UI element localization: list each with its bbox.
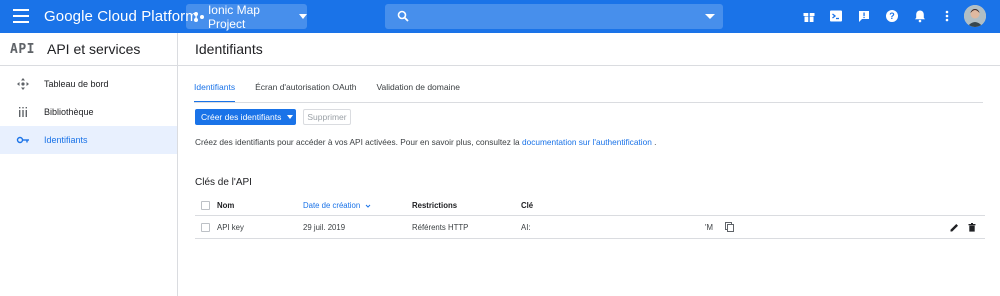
create-credentials-button[interactable]: Créer des identifiants	[195, 109, 296, 125]
sidebar-item-credentials[interactable]: Identifiants	[0, 126, 177, 154]
row-key-start: AI:	[521, 222, 531, 232]
description-text: Créez des identifiants pour accéder à vo…	[195, 137, 656, 147]
tab-oauth-consent[interactable]: Écran d'autorisation OAuth	[255, 82, 356, 102]
copy-icon	[725, 222, 734, 232]
select-all-checkbox-cell	[201, 196, 210, 215]
sidebar-title: API et services	[46, 41, 141, 57]
row-key-end: 'M	[705, 222, 713, 232]
api-logo: API	[10, 41, 35, 57]
sidebar-item-label: Identifiants	[44, 135, 88, 145]
avatar[interactable]	[964, 5, 986, 27]
auth-docs-link[interactable]: documentation sur l'authentification	[522, 137, 652, 147]
header-restrictions[interactable]: Restrictions	[412, 196, 457, 215]
page-header: Identifiants	[178, 33, 1000, 66]
sidebar-item-library[interactable]: Bibliothèque	[0, 98, 177, 126]
svg-text:?: ?	[889, 11, 895, 21]
more-vert-icon[interactable]	[940, 9, 954, 23]
feedback-icon[interactable]	[857, 9, 871, 23]
project-icon	[194, 11, 204, 22]
delete-key-button[interactable]	[968, 216, 976, 238]
project-selector[interactable]: Ionic Map Project	[186, 2, 307, 31]
row-restrictions: Référents HTTP	[412, 222, 469, 232]
search-bar[interactable]	[385, 4, 723, 29]
chevron-down-icon	[287, 115, 294, 119]
sort-arrow-down-icon	[365, 204, 371, 208]
table-row: API key 29 juil. 2019 Référents HTTP AI:…	[195, 216, 985, 239]
sidebar-item-label: Tableau de bord	[44, 79, 109, 89]
sidebar-item-dashboard[interactable]: Tableau de bord	[0, 70, 177, 98]
header-name[interactable]: Nom	[217, 196, 234, 215]
key-icon	[16, 136, 29, 144]
tab-credentials[interactable]: Identifiants	[194, 82, 236, 103]
sidebar-header: API API et services	[0, 33, 177, 66]
chevron-down-icon	[299, 14, 307, 19]
header-date-label: Date de création	[303, 201, 361, 210]
sidebar-item-label: Bibliothèque	[44, 107, 94, 117]
api-keys-table: Nom Date de création Restrictions Clé AP…	[195, 196, 985, 239]
description-end: .	[654, 137, 657, 147]
delete-button[interactable]: Supprimer	[303, 109, 351, 125]
row-date: 29 juil. 2019	[303, 222, 346, 232]
main-content: Identifiants Identifiants Écran d'autori…	[178, 33, 1000, 296]
row-checkbox[interactable]	[201, 222, 210, 232]
page-title: Identifiants	[195, 41, 263, 57]
gift-icon[interactable]	[802, 9, 816, 23]
description-body: Créez des identifiants pour accéder à vo…	[195, 137, 520, 147]
project-name: Ionic Map Project	[207, 2, 260, 31]
top-bar: Google Cloud Platform Ionic Map Project …	[0, 0, 1000, 33]
tab-bar: Identifiants Écran d'autorisation OAuth …	[194, 82, 480, 103]
menu-icon[interactable]	[13, 9, 29, 23]
header-date[interactable]: Date de création	[303, 196, 371, 215]
copy-key-button[interactable]	[725, 216, 734, 238]
brand-title[interactable]: Google Cloud Platform	[44, 8, 198, 25]
table-header: Nom Date de création Restrictions Clé	[195, 196, 985, 216]
tab-divider	[194, 102, 983, 103]
header-key[interactable]: Clé	[521, 196, 533, 215]
search-dropdown-icon[interactable]	[705, 14, 715, 19]
row-name[interactable]: API key	[217, 216, 244, 238]
sidebar: API API et services Tableau de bord Bibl…	[0, 33, 178, 296]
select-all-checkbox[interactable]	[201, 201, 210, 210]
row-checkbox-cell	[201, 216, 210, 238]
dashboard-icon	[17, 78, 29, 90]
cloud-shell-icon[interactable]	[829, 9, 843, 23]
api-keys-title: Clés de l'API	[195, 177, 252, 188]
delete-icon	[968, 222, 976, 232]
help-icon[interactable]: ?	[885, 9, 899, 23]
library-icon	[19, 107, 27, 117]
search-input[interactable]	[419, 8, 699, 25]
search-icon	[397, 10, 409, 22]
user-avatar-icon	[964, 5, 986, 27]
notifications-icon[interactable]	[913, 9, 927, 23]
edit-key-button[interactable]	[950, 216, 959, 238]
tab-domain-verification[interactable]: Validation de domaine	[376, 82, 460, 102]
edit-icon	[950, 223, 958, 231]
create-credentials-label: Créer des identifiants	[201, 112, 282, 122]
